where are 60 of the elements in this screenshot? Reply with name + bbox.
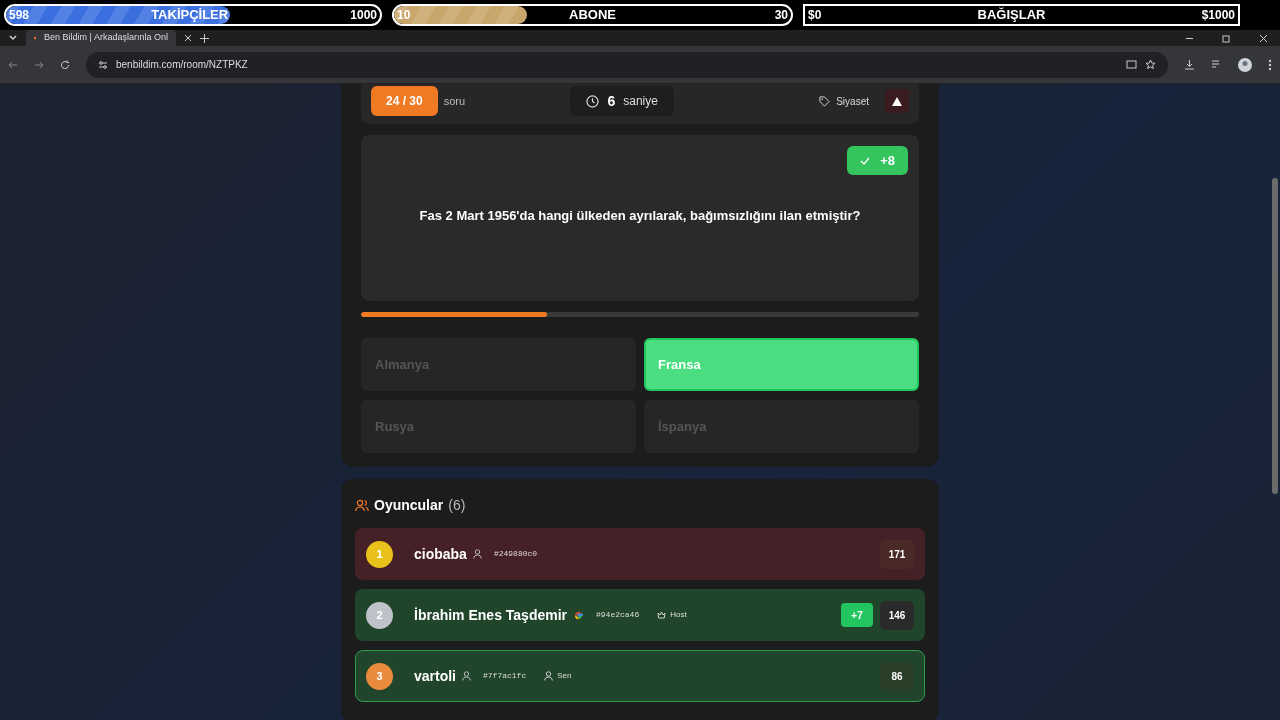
player-name: ciobaba [414, 544, 467, 564]
points-text: +8 [880, 151, 895, 170]
check-icon [860, 156, 871, 165]
warning-icon [892, 96, 902, 106]
rank-medal: 2 [366, 601, 393, 629]
question-counter: 24 / 30 [371, 86, 438, 116]
goal-label: BAĞIŞLAR [977, 6, 1046, 24]
install-app-icon[interactable] [1126, 59, 1137, 70]
close-icon[interactable] [184, 34, 192, 42]
users-icon [355, 499, 369, 512]
player-score: 171 [880, 539, 914, 569]
back-icon[interactable] [8, 59, 18, 70]
close-icon[interactable] [1259, 33, 1268, 43]
site-settings-icon[interactable] [98, 59, 108, 70]
role-label: Host [670, 609, 687, 621]
clock-icon [586, 94, 600, 108]
players-title: Oyuncular [374, 496, 444, 515]
new-tab-icon[interactable] [200, 33, 209, 43]
rank-medal: 3 [366, 662, 393, 690]
player-score: 86 [880, 661, 914, 691]
goal-target: 30 [774, 7, 788, 24]
player-name: vartoli [414, 666, 456, 686]
player-name: İbrahim Enes Taşdemir [414, 605, 567, 625]
goal-current: 598 [9, 7, 30, 24]
player-score: 146 [880, 600, 914, 630]
rank-medal: 1 [366, 540, 393, 568]
download-icon[interactable] [1184, 59, 1195, 70]
forward-icon[interactable] [34, 59, 44, 70]
reload-icon[interactable] [60, 59, 70, 70]
media-icon[interactable] [1211, 59, 1222, 70]
player-id: #94e2ca46 [596, 609, 640, 621]
tab-title: Ben Bildim | Arkadaşlarınla Onl [44, 31, 168, 45]
goal-label: TAKİPÇİLER [151, 6, 229, 24]
scrollbar[interactable] [1272, 178, 1278, 494]
browser-tab[interactable]: Ben Bildim | Arkadaşlarınla Onl [26, 30, 176, 46]
role-label: Sen [557, 670, 572, 682]
points-gain: +7 [841, 603, 873, 627]
goal-label: ABONE [569, 6, 616, 24]
tab-list-icon[interactable] [8, 33, 18, 43]
star-icon[interactable] [1145, 59, 1156, 70]
players-count: (6) [448, 496, 466, 515]
goal-current: 10 [397, 7, 411, 24]
timer-label: saniye [623, 93, 658, 110]
player-id: #249880c0 [493, 548, 538, 560]
question-text: Fas 2 Mart 1956'da hangi ülkeden ayrılarak, bağımsızlığını ilan etmiştir? [418, 207, 862, 226]
address-bar[interactable]: benbildim.com/room/NZTPKZ [86, 51, 1168, 78]
restore-icon[interactable] [1222, 33, 1231, 43]
category-label: Siyaset [836, 94, 869, 109]
url-text: benbildim.com/room/NZTPKZ [116, 58, 248, 72]
goal-target: $1000 [1201, 7, 1235, 24]
timer-value: 6 [607, 91, 616, 111]
counter-label: soru [443, 93, 466, 109]
report-button[interactable] [885, 89, 909, 113]
answer-option[interactable]: Fransa [644, 338, 919, 391]
tag-icon [819, 95, 831, 107]
player-id: #7f7ac1fc [483, 670, 527, 682]
goal-target: 1000 [350, 7, 377, 24]
profile-avatar-icon[interactable] [1238, 57, 1252, 72]
goal-current: $0 [808, 7, 822, 24]
more-icon[interactable] [1268, 58, 1272, 71]
